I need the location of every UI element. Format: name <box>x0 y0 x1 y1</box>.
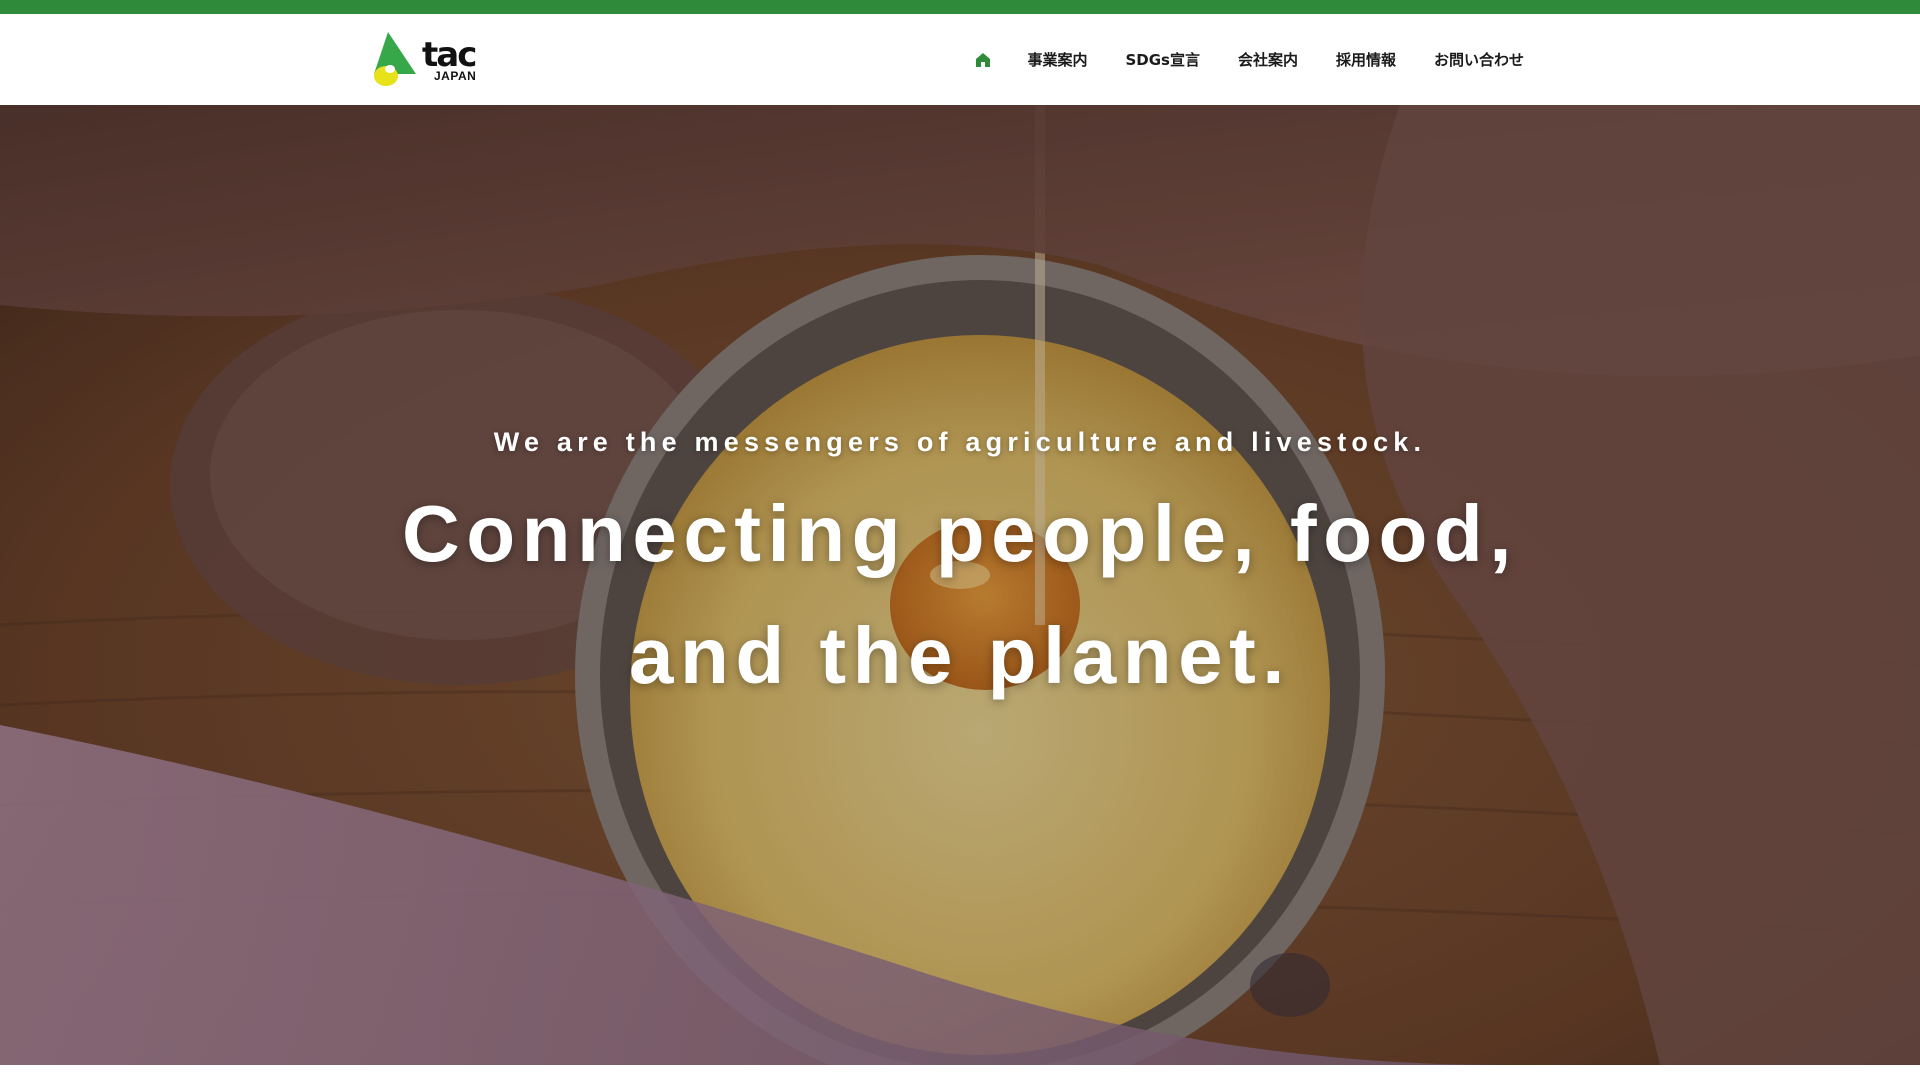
hero-headline: Connecting people, food, and the planet. <box>0 473 1920 717</box>
nav-home-button[interactable] <box>973 50 993 70</box>
top-accent-bar <box>0 0 1920 14</box>
nav-contact[interactable]: お問い合わせ <box>1434 49 1524 70</box>
home-icon <box>976 52 991 67</box>
main-navigation: 事業案内 SDGs宣言 会社案内 採用情報 お問い合わせ <box>973 14 1524 105</box>
hero-headline-line-1: Connecting people, food, <box>402 489 1518 578</box>
page-bottom-gap <box>0 1065 1920 1080</box>
nav-business[interactable]: 事業案内 <box>1027 49 1087 70</box>
site-header: tac JAPAN 事業案内 SDGs宣言 会社案内 採用情報 お問い合わせ <box>0 14 1920 105</box>
hero-headline-line-2: and the planet. <box>629 611 1291 700</box>
nav-recruit[interactable]: 採用情報 <box>1336 49 1396 70</box>
nav-company[interactable]: 会社案内 <box>1238 49 1298 70</box>
logo-subtext: JAPAN <box>434 69 477 83</box>
hero-section: We are the messengers of agriculture and… <box>0 105 1920 1065</box>
nav-sdgs[interactable]: SDGs宣言 <box>1125 49 1200 70</box>
hero-tagline: We are the messengers of agriculture and… <box>493 427 1427 457</box>
hero-text-block: We are the messengers of agriculture and… <box>0 105 1920 1065</box>
